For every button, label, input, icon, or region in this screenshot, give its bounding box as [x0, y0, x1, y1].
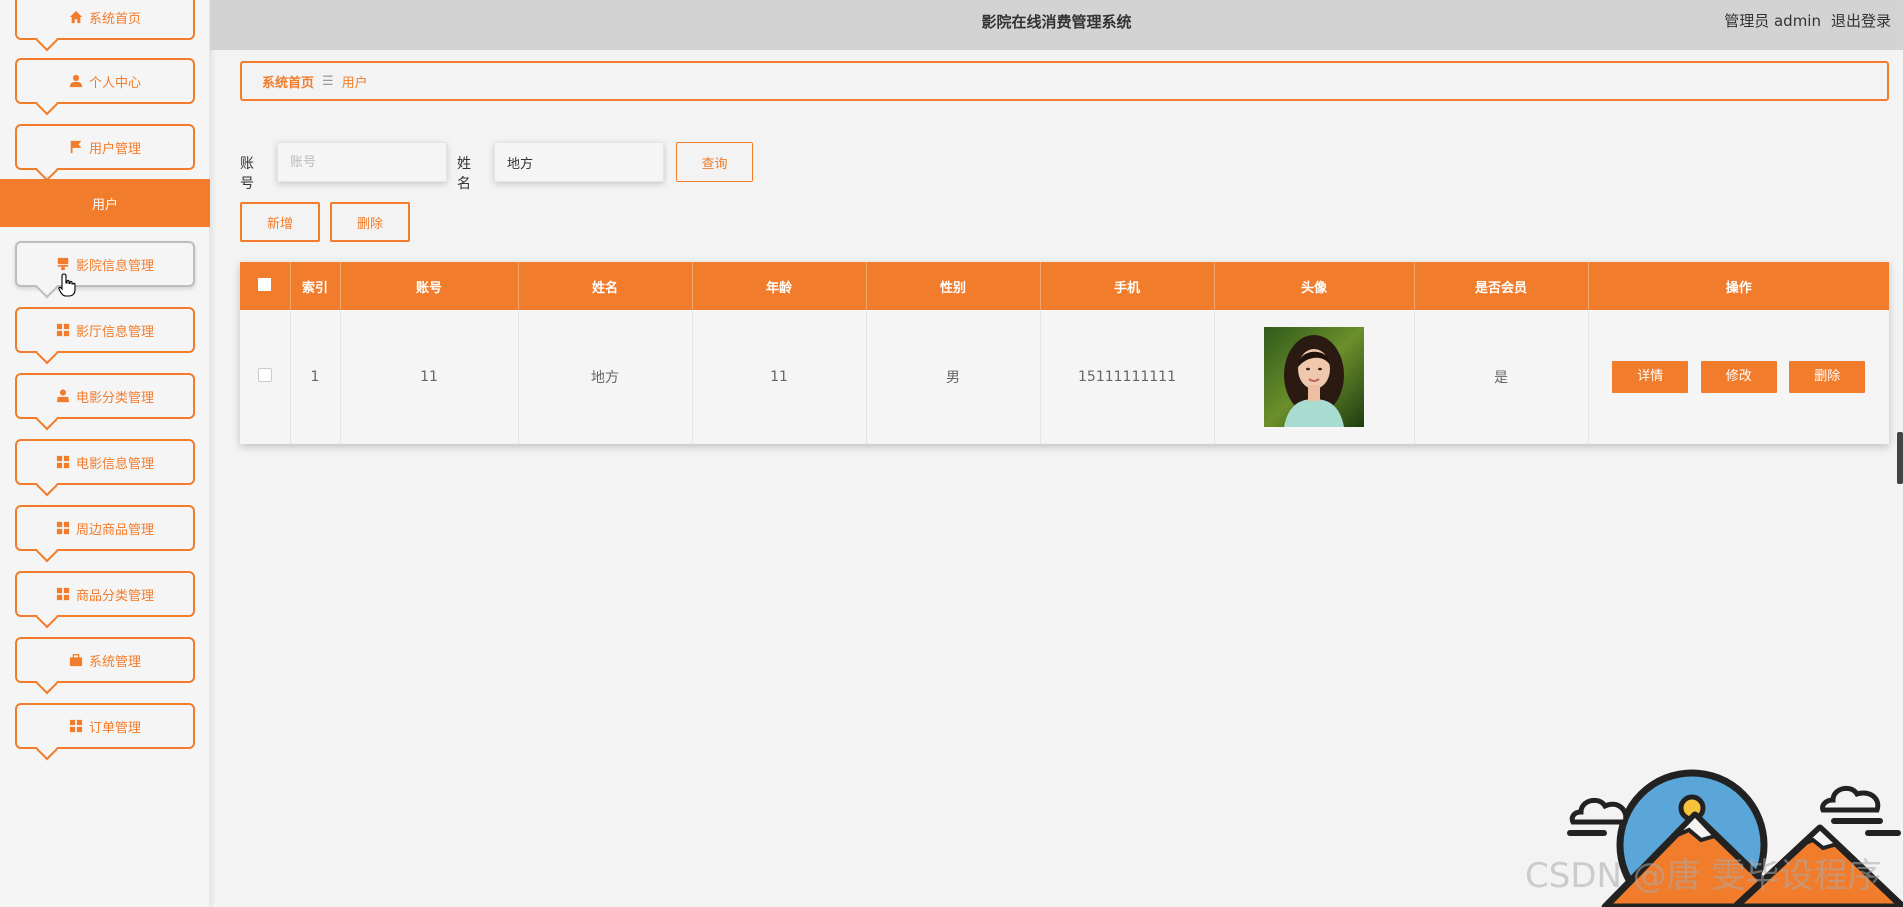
name-label: 姓名 [457, 156, 471, 192]
grid-icon [69, 719, 83, 733]
flag-icon [69, 140, 83, 154]
breadcrumb-separator-icon: ☰ [322, 73, 334, 89]
sidebar-item-label: 系统首页 [88, 11, 141, 27]
sidebar-item-label: 用户管理 [88, 141, 141, 157]
logout-link[interactable]: 退出登录 [1831, 10, 1891, 31]
home-icon [69, 10, 83, 24]
edit-button[interactable]: 修改 [1700, 361, 1777, 393]
sidebar: 系统首页 个人中心 用户管理 用户 影院信息管理 影厅信息管理 电影分类管理 电… [0, 0, 210, 907]
avatar-image [1264, 327, 1364, 427]
cell-phone: 15111111111 [1040, 310, 1215, 444]
sidebar-item-user-management[interactable]: 用户管理 [15, 124, 195, 170]
sidebar-item-merch[interactable]: 周边商品管理 [15, 505, 195, 551]
detail-button[interactable]: 详情 [1612, 361, 1689, 393]
breadcrumb: 系统首页 ☰ 用户 [240, 61, 1889, 101]
column-header: 性别 [866, 262, 1041, 310]
column-header: 是否会员 [1414, 262, 1589, 310]
watermark-text: CSDN @唐 雯毕设程序 [1525, 856, 1882, 896]
app-title: 影院在线消费管理系统 [981, 12, 1132, 31]
select-all-header[interactable] [240, 262, 291, 310]
sidebar-item-orders[interactable]: 订单管理 [15, 703, 195, 749]
sidebar-item-label: 个人中心 [88, 75, 141, 91]
sidebar-item-home[interactable]: 系统首页 [15, 0, 195, 40]
page-scrollbar[interactable] [1897, 432, 1903, 484]
sidebar-item-label: 电影分类管理 [75, 390, 154, 406]
stamp-icon [56, 257, 70, 271]
sidebar-item-goods-category[interactable]: 商品分类管理 [15, 571, 195, 617]
account-label: 账号 [240, 156, 254, 192]
sidebar-item-label: 电影信息管理 [75, 456, 154, 472]
sidebar-item-label: 商品分类管理 [75, 588, 154, 604]
cell-name: 地方 [518, 310, 693, 444]
sidebar-subitem-user[interactable]: 用户 [0, 179, 210, 227]
sidebar-subitem-label: 用户 [91, 197, 118, 213]
select-all-checkbox[interactable] [258, 277, 272, 291]
batch-delete-button[interactable]: 删除 [330, 202, 410, 242]
sidebar-item-label: 订单管理 [88, 720, 141, 736]
sidebar-item-system[interactable]: 系统管理 [15, 637, 195, 683]
cell-age: 11 [692, 310, 867, 444]
sidebar-item-label: 影院信息管理 [75, 258, 154, 274]
table-header-row: 索引 账号 姓名 年龄 性别 手机 头像 是否会员 操作 [240, 262, 1889, 310]
sidebar-item-personal-center[interactable]: 个人中心 [15, 58, 195, 104]
cell-avatar [1214, 310, 1415, 444]
cell-gender: 男 [866, 310, 1041, 444]
grid-icon [56, 521, 70, 535]
grid-icon [56, 587, 70, 601]
cell-account: 11 [340, 310, 519, 444]
person-icon [56, 389, 70, 403]
user-icon [69, 74, 83, 88]
cell-member: 是 [1414, 310, 1589, 444]
sidebar-item-label: 周边商品管理 [75, 522, 154, 538]
sidebar-item-movie-category[interactable]: 电影分类管理 [15, 373, 195, 419]
cell-index: 1 [290, 310, 341, 444]
column-header: 头像 [1214, 262, 1415, 310]
header-user-area: 管理员 admin 退出登录 [1724, 10, 1891, 31]
column-header: 年龄 [692, 262, 867, 310]
delete-row-button[interactable]: 删除 [1789, 361, 1866, 393]
sidebar-item-hall-info[interactable]: 影厅信息管理 [15, 307, 195, 353]
user-role: 管理员 admin [1724, 12, 1821, 30]
column-header: 账号 [340, 262, 519, 310]
column-header: 姓名 [518, 262, 693, 310]
name-search-input[interactable] [494, 142, 664, 182]
sidebar-item-movie-info[interactable]: 电影信息管理 [15, 439, 195, 485]
top-header: 影院在线消费管理系统 管理员 admin 退出登录 [210, 0, 1903, 50]
column-header: 操作 [1725, 280, 1752, 296]
user-table: 索引 账号 姓名 年龄 性别 手机 头像 是否会员 操作 1 11 地方 11 … [240, 262, 1889, 444]
row-checkbox[interactable] [257, 368, 272, 382]
query-button[interactable]: 查询 [676, 142, 753, 182]
grid-icon [56, 323, 70, 337]
briefcase-icon [69, 653, 83, 667]
column-header: 手机 [1040, 262, 1215, 310]
sidebar-item-label: 系统管理 [88, 654, 141, 670]
column-header: 索引 [290, 262, 341, 310]
hand-cursor-icon [58, 273, 76, 297]
table-row: 1 11 地方 11 男 15111111111 是 详情 修改 删除 [240, 310, 1889, 444]
sidebar-item-cinema-info[interactable]: 影院信息管理 [15, 241, 195, 287]
account-search-input[interactable] [277, 142, 447, 182]
add-button[interactable]: 新增 [240, 202, 320, 242]
cell-operations: 详情 修改 删除 [1588, 310, 1889, 444]
grid-icon [56, 455, 70, 469]
sidebar-item-label: 影厅信息管理 [75, 324, 154, 340]
breadcrumb-current: 用户 [341, 75, 368, 91]
breadcrumb-home[interactable]: 系统首页 [262, 72, 314, 91]
row-select-cell[interactable] [240, 310, 291, 444]
